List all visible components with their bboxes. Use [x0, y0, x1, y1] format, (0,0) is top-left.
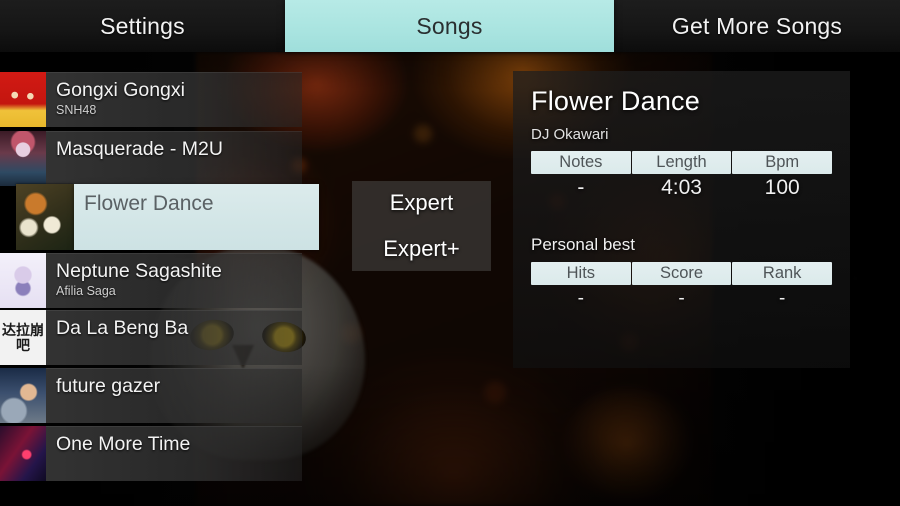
- pb-score-value: -: [678, 288, 685, 309]
- song-title: Masquerade - M2U: [56, 138, 223, 160]
- stat-bpm-label: Bpm: [732, 151, 833, 174]
- song-list[interactable]: Gongxi Gongxi SNH48 Masquerade - M2U Flo…: [0, 60, 340, 481]
- album-thumbnail: [16, 184, 74, 250]
- difficulty-selector[interactable]: Expert Expert+: [352, 181, 491, 271]
- tab-songs-label: Songs: [416, 12, 483, 39]
- tab-get-more-songs[interactable]: Get More Songs: [614, 0, 900, 52]
- song-title: future gazer: [56, 375, 161, 397]
- song-artist: Afilia Saga: [56, 284, 116, 298]
- tab-songs[interactable]: Songs: [285, 0, 614, 52]
- list-item-body: Flower Dance: [74, 184, 319, 250]
- list-item[interactable]: One More Time: [0, 426, 302, 481]
- song-title: Flower Dance: [84, 192, 214, 215]
- pb-rank-value: -: [779, 288, 786, 309]
- stat-bpm-value: 100: [764, 176, 800, 199]
- pb-hits-value: -: [577, 288, 584, 309]
- stat-notes-value: -: [577, 176, 585, 199]
- pb-hits-label: Hits: [531, 262, 631, 285]
- list-item-selected[interactable]: Flower Dance: [16, 184, 319, 250]
- song-info-panel: Flower Dance DJ Okawari Notes - Length 4…: [513, 71, 850, 368]
- stat-notes-label: Notes: [531, 151, 631, 174]
- song-title: Gongxi Gongxi: [56, 79, 185, 101]
- pb-rank-label: Rank: [732, 262, 833, 285]
- pb-rank: Rank -: [732, 262, 833, 313]
- stat-bpm: Bpm 100: [732, 151, 833, 202]
- pb-hits: Hits -: [531, 262, 631, 313]
- list-item-body: Neptune Sagashite Afilia Saga: [46, 253, 302, 308]
- list-item[interactable]: future gazer: [0, 368, 302, 423]
- album-thumbnail: 达拉崩吧: [0, 310, 46, 365]
- pb-score: Score -: [631, 262, 732, 313]
- song-info-title: Flower Dance: [531, 86, 700, 116]
- top-tab-bar: Settings Songs Get More Songs: [0, 0, 900, 52]
- list-item-body: Masquerade - M2U: [46, 131, 302, 186]
- stat-length: Length 4:03: [631, 151, 732, 202]
- stat-length-label: Length: [631, 151, 732, 174]
- list-item-body: One More Time: [46, 426, 302, 481]
- album-thumbnail: [0, 72, 46, 127]
- difficulty-option-expert[interactable]: Expert: [352, 187, 491, 219]
- list-item[interactable]: Masquerade - M2U: [0, 131, 302, 186]
- difficulty-option-expert-plus[interactable]: Expert+: [352, 233, 491, 265]
- album-thumbnail: [0, 368, 46, 423]
- pb-score-label: Score: [631, 262, 732, 285]
- stat-length-value: 4:03: [661, 176, 702, 199]
- tab-settings-label: Settings: [100, 12, 185, 39]
- song-title: One More Time: [56, 433, 191, 455]
- album-thumbnail: [0, 131, 46, 186]
- song-title: Neptune Sagashite: [56, 260, 222, 282]
- song-artist: SNH48: [56, 103, 97, 117]
- tab-settings[interactable]: Settings: [0, 0, 285, 52]
- personal-best-grid: Hits - Score - Rank -: [531, 262, 833, 313]
- tab-get-more-songs-label: Get More Songs: [671, 12, 843, 39]
- stat-notes: Notes -: [531, 151, 631, 202]
- list-item-body: Gongxi Gongxi SNH48: [46, 72, 302, 127]
- list-item[interactable]: Neptune Sagashite Afilia Saga: [0, 253, 302, 308]
- list-item[interactable]: Gongxi Gongxi SNH48: [0, 72, 302, 127]
- list-item[interactable]: 达拉崩吧 Da La Beng Ba: [0, 310, 302, 365]
- album-thumbnail: [0, 253, 46, 308]
- list-item-body: future gazer: [46, 368, 302, 423]
- song-title: Da La Beng Ba: [56, 317, 189, 339]
- song-stats-grid: Notes - Length 4:03 Bpm 100: [531, 151, 833, 202]
- personal-best-heading: Personal best: [531, 235, 635, 254]
- song-info-artist: DJ Okawari: [531, 126, 609, 143]
- list-item-body: Da La Beng Ba: [46, 310, 302, 365]
- album-thumbnail: [0, 426, 46, 481]
